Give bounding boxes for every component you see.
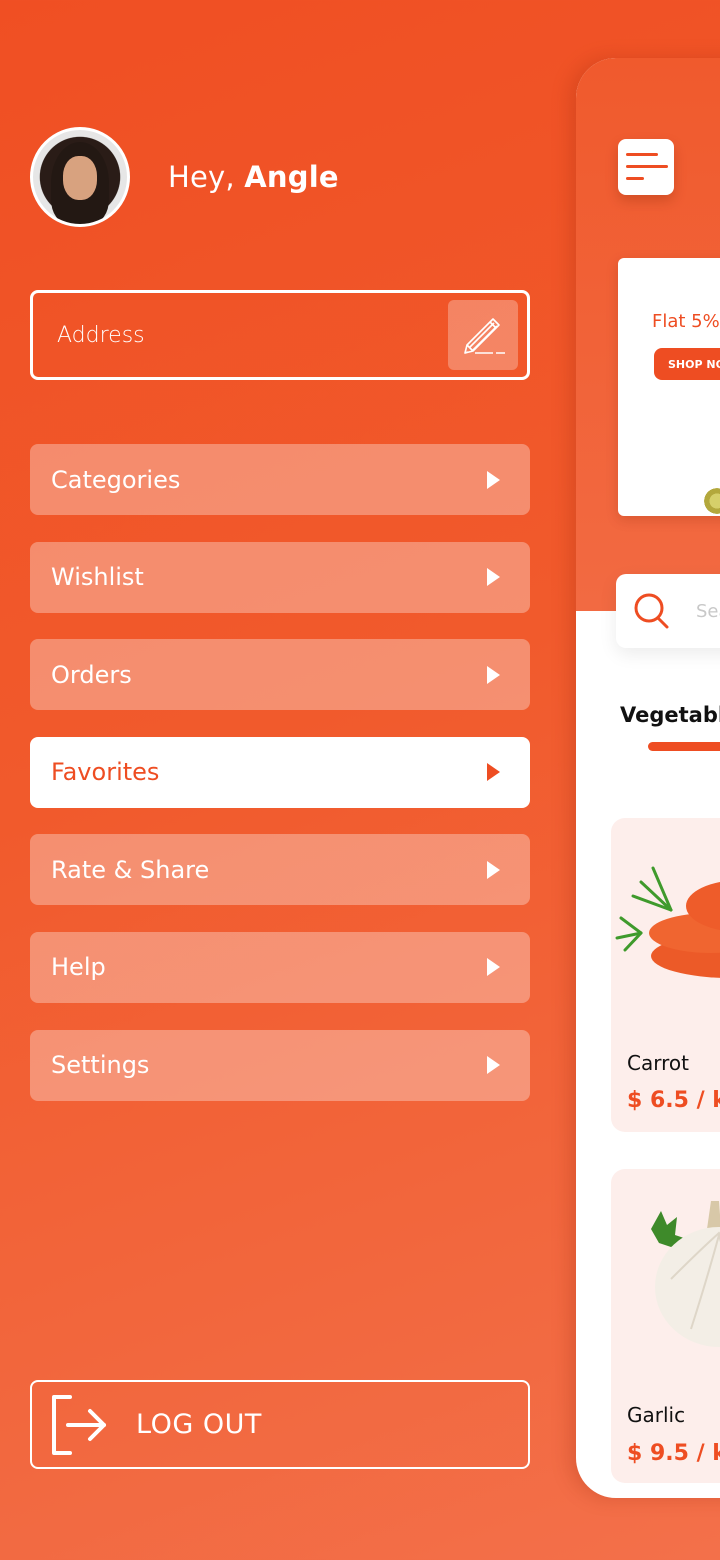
product-name: Garlic <box>627 1403 686 1427</box>
search-icon <box>634 593 669 629</box>
play-arrow-icon <box>487 470 500 489</box>
logout-button[interactable]: LOG OUT <box>30 1380 530 1469</box>
address-field[interactable]: Address <box>30 290 530 380</box>
menu-item-settings[interactable]: Settings <box>30 1029 530 1101</box>
menu-item-rate-share[interactable]: Rate & Share <box>30 834 530 906</box>
product-card[interactable]: Garlic $ 9.5 / kg <box>611 1169 720 1483</box>
menu-item-label: Orders <box>51 660 132 689</box>
menu-line-icon <box>626 153 658 156</box>
play-arrow-icon <box>487 665 500 684</box>
logout-icon <box>52 1394 106 1455</box>
menu-line-icon <box>626 165 668 168</box>
menu-item-label: Favorites <box>51 758 160 787</box>
menu-item-favorites[interactable]: Favorites <box>30 736 530 808</box>
play-arrow-icon <box>487 763 500 782</box>
edit-address-button[interactable] <box>448 300 518 370</box>
play-arrow-icon <box>487 1056 500 1075</box>
promo-banner[interactable]: Flat 5% SHOP NOW <box>618 258 720 516</box>
menu-item-orders[interactable]: Orders <box>30 639 530 711</box>
search-bar[interactable]: Search <box>616 574 720 648</box>
drawer-menu: Categories Wishlist Orders Favorites Rat… <box>30 444 530 1127</box>
search-input[interactable]: Search <box>696 601 720 622</box>
address-label: Address <box>57 322 145 348</box>
product-name: Carrot <box>627 1051 689 1075</box>
user-name: Angle <box>244 160 339 194</box>
product-price: $ 6.5 / kg <box>627 1088 720 1113</box>
greeting: Hey, Angle <box>168 160 339 194</box>
menu-line-icon <box>626 177 644 180</box>
menu-item-wishlist[interactable]: Wishlist <box>30 541 530 613</box>
grapes-image <box>702 486 720 516</box>
greeting-prefix: Hey, <box>168 160 235 194</box>
profile-header: Hey, Angle <box>30 127 339 227</box>
play-arrow-icon <box>487 860 500 879</box>
menu-item-label: Wishlist <box>51 563 144 592</box>
logout-label: LOG OUT <box>136 1409 262 1440</box>
active-tab-indicator <box>648 742 720 751</box>
menu-item-label: Categories <box>51 465 181 494</box>
home-screen-preview[interactable]: Flat 5% SHOP NOW Search Vegetables Carro… <box>576 58 720 1498</box>
tab-vegetables[interactable]: Vegetables <box>620 703 720 727</box>
garlic-image <box>651 1201 720 1347</box>
product-card[interactable]: Carrot $ 6.5 / kg <box>611 818 720 1132</box>
shop-now-button[interactable]: SHOP NOW <box>654 348 720 380</box>
play-arrow-icon <box>487 568 500 587</box>
play-arrow-icon <box>487 958 500 977</box>
pencil-icon <box>464 318 505 354</box>
avatar-face <box>63 156 97 200</box>
menu-item-label: Rate & Share <box>51 855 210 884</box>
promo-text: Flat 5% <box>652 311 720 332</box>
menu-item-label: Settings <box>51 1051 150 1080</box>
menu-item-help[interactable]: Help <box>30 931 530 1003</box>
menu-item-categories[interactable]: Categories <box>30 444 530 515</box>
carrot-image <box>615 866 720 978</box>
menu-item-label: Help <box>51 953 106 982</box>
product-price: $ 9.5 / kg <box>627 1441 720 1466</box>
avatar[interactable] <box>30 127 130 227</box>
hamburger-menu-button[interactable] <box>618 139 674 195</box>
